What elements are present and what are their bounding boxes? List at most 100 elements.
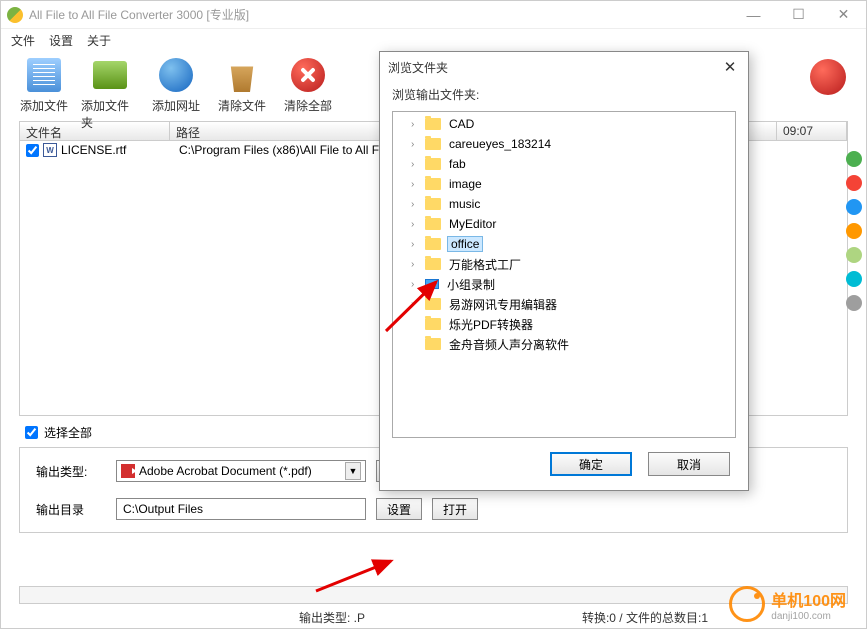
clear-file-button[interactable]: 清除文件 [213,55,271,114]
column-filename[interactable]: 文件名 [20,122,170,140]
clear-all-icon [291,58,325,92]
add-url-label: 添加网址 [152,97,200,114]
side-icon-2[interactable] [846,175,862,191]
expand-icon[interactable]: › [411,279,423,290]
select-all-checkbox[interactable] [25,426,38,439]
tree-item-label: careueyes_183214 [447,137,553,151]
chevron-down-icon[interactable]: ▼ [345,462,361,480]
maximize-button[interactable]: ☐ [776,1,821,29]
expand-icon[interactable]: › [411,299,423,310]
output-type-dropdown[interactable]: Adobe Acrobat Document (*.pdf) ▼ [116,460,366,482]
output-dir-settings-button[interactable]: 设置 [376,498,422,520]
tree-item-label: music [447,197,482,211]
select-all-label: 选择全部 [44,424,92,441]
clear-all-button[interactable]: 清除全部 [279,55,337,114]
expand-icon[interactable]: › [411,219,423,230]
menu-settings[interactable]: 设置 [49,32,73,49]
output-type-label: 输出类型: [36,463,116,480]
tree-item[interactable]: › image [393,174,735,194]
convert-button-icon[interactable] [810,59,846,95]
tree-item[interactable]: › 万能格式工厂 [393,254,735,274]
folder-icon [425,338,441,350]
tree-item[interactable]: › 易游网讯专用编辑器 [393,294,735,314]
clear-all-label: 清除全部 [284,97,332,114]
watermark-url: danji100.com [771,611,846,622]
menu-bar: 文件 设置 关于 [1,29,866,51]
output-type-value: Adobe Acrobat Document (*.pdf) [139,464,312,478]
folder-icon [425,298,441,310]
cancel-button[interactable]: 取消 [648,452,730,476]
expand-icon[interactable]: › [411,199,423,210]
side-icon-4[interactable] [846,223,862,239]
side-icon-6[interactable] [846,271,862,287]
column-time[interactable]: 09:07 [777,122,847,140]
output-dir-input[interactable]: C:\Output Files [116,498,366,520]
output-dir-label: 输出目录 [36,501,116,518]
tree-item-label: fab [447,157,468,171]
tree-item-label: CAD [447,117,476,131]
folder-icon [425,258,441,270]
open-button[interactable]: 打开 [432,498,478,520]
dialog-title: 浏览文件夹 [388,59,720,76]
tree-item[interactable]: › fab [393,154,735,174]
folder-icon [425,118,441,130]
side-toolbar [846,151,864,311]
dialog-close-button[interactable]: ✕ [720,58,740,76]
tree-item[interactable]: › office [393,234,735,254]
tree-item-label: 万能格式工厂 [447,256,523,273]
folder-icon [425,238,441,250]
tree-item[interactable]: 金舟音频人声分离软件 [393,334,735,354]
folder-icon [425,318,441,330]
tree-item-label: 易游网讯专用编辑器 [447,296,559,313]
expand-icon[interactable]: › [411,159,423,170]
tree-item-label: office [447,236,483,252]
add-folder-button[interactable]: 添加文件夹 [81,55,139,131]
document-icon [43,143,57,157]
folder-icon [425,198,441,210]
window-title: All File to All File Converter 3000 [专业版… [29,6,731,23]
folder-icon [425,218,441,230]
add-url-button[interactable]: 添加网址 [147,55,205,114]
watermark-logo: 单机100网 danji100.com [729,586,846,622]
globe-icon [159,58,193,92]
minimize-button[interactable]: — [731,1,776,29]
add-file-label: 添加文件 [20,97,68,114]
watermark-brand: 单机100网 [771,587,846,611]
side-icon-1[interactable] [846,151,862,167]
tree-item[interactable]: › careueyes_183214 [393,134,735,154]
watermark-icon [729,586,765,622]
file-name-cell: LICENSE.rtf [61,143,179,157]
status-convert-count: 转换:0 / 文件的总数目:1 [582,609,708,626]
tree-item[interactable]: › 小组录制 [393,274,735,294]
expand-icon[interactable]: › [411,139,423,150]
clear-file-label: 清除文件 [218,97,266,114]
expand-icon[interactable]: › [411,119,423,130]
side-icon-7[interactable] [846,295,862,311]
expand-icon[interactable]: › [411,179,423,190]
tree-item[interactable]: › music [393,194,735,214]
close-button[interactable]: ✕ [821,1,866,29]
side-icon-3[interactable] [846,199,862,215]
pdf-icon [121,464,135,478]
app-icon [7,7,23,23]
add-file-button[interactable]: 添加文件 [15,55,73,114]
folder-tree[interactable]: › CAD › careueyes_183214 › fab › image › music ›My… [392,111,736,438]
tree-item[interactable]: ›MyEditor [393,214,735,234]
expand-icon[interactable]: › [411,239,423,250]
tree-item[interactable]: 烁光PDF转换器 [393,314,735,334]
menu-about[interactable]: 关于 [87,32,111,49]
status-output-type: 输出类型: .P [299,609,365,626]
expand-icon[interactable]: › [411,259,423,270]
monitor-icon [425,279,439,289]
dialog-subtitle: 浏览输出文件夹: [380,82,748,111]
tree-item[interactable]: › CAD [393,114,735,134]
folder-icon [425,138,441,150]
side-icon-5[interactable] [846,247,862,263]
menu-file[interactable]: 文件 [11,32,35,49]
status-bar: 输出类型: .P 转换:0 / 文件的总数目:1 [19,609,848,626]
ok-button[interactable]: 确定 [550,452,632,476]
tree-item-label: 小组录制 [445,276,497,293]
browse-folder-dialog: 浏览文件夹 ✕ 浏览输出文件夹: › CAD › careueyes_183214 › f… [379,51,749,491]
tree-item-label: image [447,177,484,191]
file-checkbox[interactable] [26,144,39,157]
